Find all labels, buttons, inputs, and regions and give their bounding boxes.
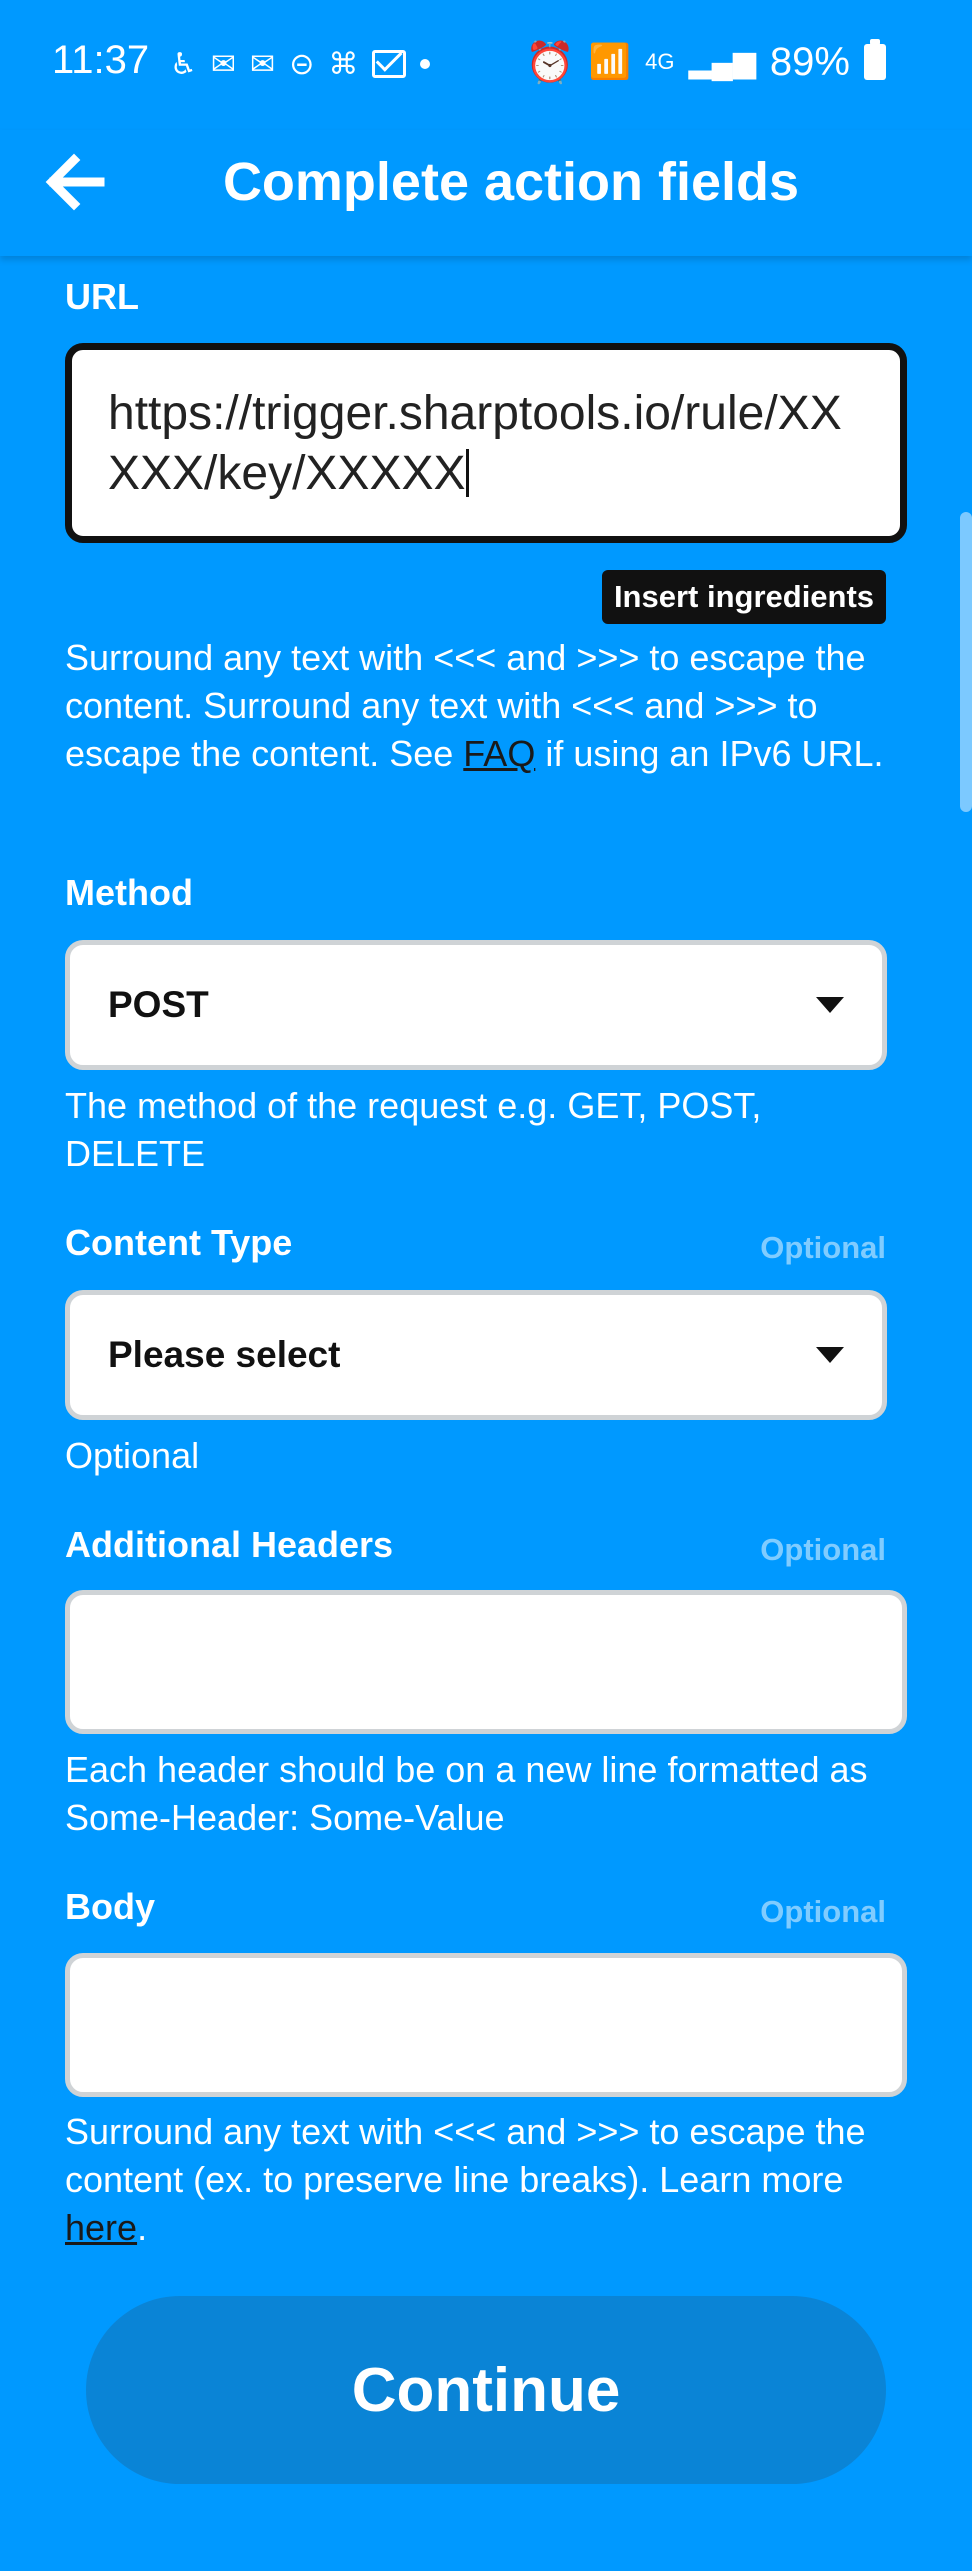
scrollbar[interactable] bbox=[960, 512, 972, 812]
mail-icon: ✉ bbox=[210, 47, 237, 81]
system-status: ⏰ 📶 4G ▂▄▆ 89% bbox=[525, 38, 886, 86]
body-optional: Optional bbox=[760, 1894, 886, 1929]
alarm-icon: ⏰ bbox=[525, 40, 575, 85]
url-help-suffix: if using an IPv6 URL. bbox=[535, 733, 884, 774]
text-cursor bbox=[465, 449, 469, 497]
mail-icon: ✉ bbox=[250, 47, 276, 81]
dropdown-arrow-icon bbox=[816, 997, 844, 1013]
headers-help: Each header should be on a new line form… bbox=[65, 1749, 868, 1838]
content-type-value: Please select bbox=[108, 1334, 341, 1375]
faq-link[interactable]: FAQ bbox=[463, 733, 535, 774]
url-help: Surround any text with <<< and >>> to es… bbox=[65, 634, 915, 778]
continue-button[interactable]: Continue bbox=[86, 2296, 886, 2484]
method-value: POST bbox=[108, 984, 209, 1025]
content-type-help: Optional bbox=[65, 1435, 200, 1476]
body-help-text: Surround any text with <<< and >>> to es… bbox=[65, 2111, 866, 2200]
image-icon bbox=[372, 50, 407, 78]
learn-more-link[interactable]: here bbox=[65, 2207, 137, 2248]
page-title: Complete action fields bbox=[222, 152, 800, 212]
dropdown-arrow-icon bbox=[816, 1347, 844, 1363]
headers-optional: Optional bbox=[760, 1532, 886, 1567]
headers-input[interactable] bbox=[65, 1590, 907, 1734]
method-help: The method of the request e.g. GET, POST… bbox=[65, 1085, 762, 1174]
method-label: Method bbox=[65, 872, 193, 913]
body-help: Surround any text with <<< and >>> to es… bbox=[65, 2108, 915, 2252]
url-input[interactable]: https://trigger.sharptools.io/rule/XXXXX… bbox=[65, 343, 907, 543]
content-type-label: Content Type bbox=[65, 1222, 293, 1263]
insert-ingredients-button[interactable]: Insert ingredients bbox=[602, 570, 886, 624]
status-time: 11:37 bbox=[52, 38, 150, 82]
signal-icon: ▂▄▆ bbox=[688, 45, 756, 79]
battery-level: 89% bbox=[769, 39, 850, 84]
battery-icon bbox=[863, 39, 886, 80]
accessibility-icon: ♿ bbox=[170, 47, 197, 81]
url-label: URL bbox=[65, 276, 139, 317]
wifi-icon: 📶 bbox=[588, 43, 632, 81]
content-type-select[interactable]: Please select bbox=[65, 1290, 887, 1420]
do-not-disturb-icon: ⊝ bbox=[289, 47, 315, 81]
body-input[interactable] bbox=[65, 1953, 907, 2097]
headers-label: Additional Headers bbox=[65, 1524, 394, 1565]
body-help-suffix: . bbox=[137, 2207, 148, 2248]
url-value: https://trigger.sharptools.io/rule/XXXXX… bbox=[108, 387, 842, 500]
content-type-optional: Optional bbox=[760, 1230, 886, 1265]
app-icon: ⌘ bbox=[328, 47, 359, 81]
more-notifications-icon bbox=[420, 59, 431, 69]
body-label: Body bbox=[65, 1886, 155, 1927]
method-select[interactable]: POST bbox=[65, 940, 887, 1070]
network-type: 4G bbox=[645, 49, 675, 74]
notification-icons: ♿ ✉ ✉ ⊝ ⌘ bbox=[170, 44, 431, 84]
